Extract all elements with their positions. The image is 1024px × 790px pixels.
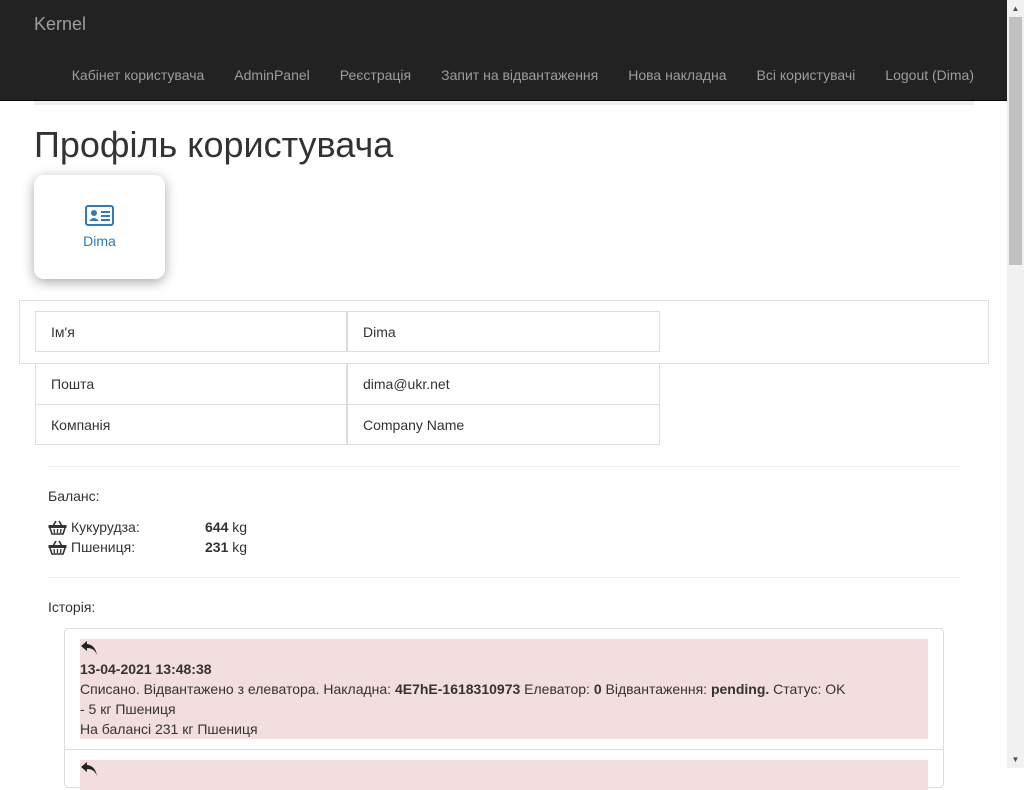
profile-label-name: Ім'я (35, 311, 347, 352)
navbar: Kernel Кабінет користувача AdminPanel Ре… (0, 0, 1007, 101)
balance-item-wheat: Пшениця: 231 kg (48, 537, 247, 557)
main-nav: Кабінет користувача AdminPanel Реєстраці… (57, 66, 974, 84)
profile-label-company: Компанія (35, 404, 347, 445)
nav-user-cabinet[interactable]: Кабінет користувача (57, 66, 220, 84)
page-scrollbar[interactable]: ▲ ▼ (1007, 0, 1024, 768)
nav-registration[interactable]: Реєстрація (325, 66, 426, 84)
basket-icon (48, 520, 67, 535)
nav-admin-panel[interactable]: AdminPanel (219, 66, 325, 84)
profile-label-email: Пошта (35, 364, 347, 405)
nav-shipment-request[interactable]: Запит на відвантаження (426, 66, 613, 84)
history-balance-after: На балансі 231 кг Пшениця (80, 721, 258, 737)
id-card-icon (85, 205, 114, 226)
history-label: Історія: (48, 599, 96, 615)
balance-item-unit: kg (232, 539, 248, 555)
balance-label: Баланс: (48, 488, 100, 504)
profile-card[interactable]: Dima (34, 175, 165, 279)
profile-card-name: Dima (83, 233, 116, 249)
scroll-down-arrow-icon[interactable]: ▼ (1007, 751, 1024, 768)
undo-arrow-icon[interactable] (80, 761, 98, 777)
profile-value-name: Dima (347, 311, 660, 352)
navbar-shadow (34, 101, 974, 105)
nav-all-users[interactable]: Всі користувачі (742, 66, 871, 84)
balance-item-unit: kg (232, 519, 248, 535)
divider (65, 749, 943, 750)
divider (48, 466, 960, 467)
nav-logout[interactable]: Logout (Dima) (870, 66, 974, 84)
profile-value-email: dima@ukr.net (347, 364, 660, 405)
scroll-thumb[interactable] (1009, 17, 1022, 265)
balance-item-amount: 644 (205, 519, 229, 535)
history-entry (80, 760, 928, 790)
history-datetime: 13-04-2021 13:48:38 (80, 661, 212, 677)
page-title: Профіль користувача (34, 124, 394, 165)
nav-new-invoice[interactable]: Нова накладна (613, 66, 741, 84)
scroll-up-arrow-icon[interactable]: ▲ (1007, 0, 1024, 17)
balance-item-amount: 231 (205, 539, 229, 555)
divider (48, 577, 960, 578)
basket-icon (48, 540, 67, 555)
history-elevator: 0 (593, 681, 602, 697)
balance-item-name: Пшениця: (71, 539, 136, 555)
brand-link[interactable]: Kernel (34, 14, 86, 35)
balance-item-corn: Кукурудза: 644 kg (48, 517, 247, 537)
history-entry: 13-04-2021 13:48:38 Списано. Відвантажен… (80, 639, 928, 739)
history-change: - 5 кг Пшениця (80, 701, 176, 717)
profile-value-company: Company Name (347, 404, 660, 445)
history-invoice: 4E7hE-1618310973 (394, 681, 521, 697)
undo-arrow-icon[interactable] (80, 640, 98, 656)
balance-item-name: Кукурудза: (71, 519, 140, 535)
history-shipment-status: pending. (710, 681, 770, 697)
history-description: Списано. Відвантажено з елеватора. Накла… (80, 681, 846, 697)
